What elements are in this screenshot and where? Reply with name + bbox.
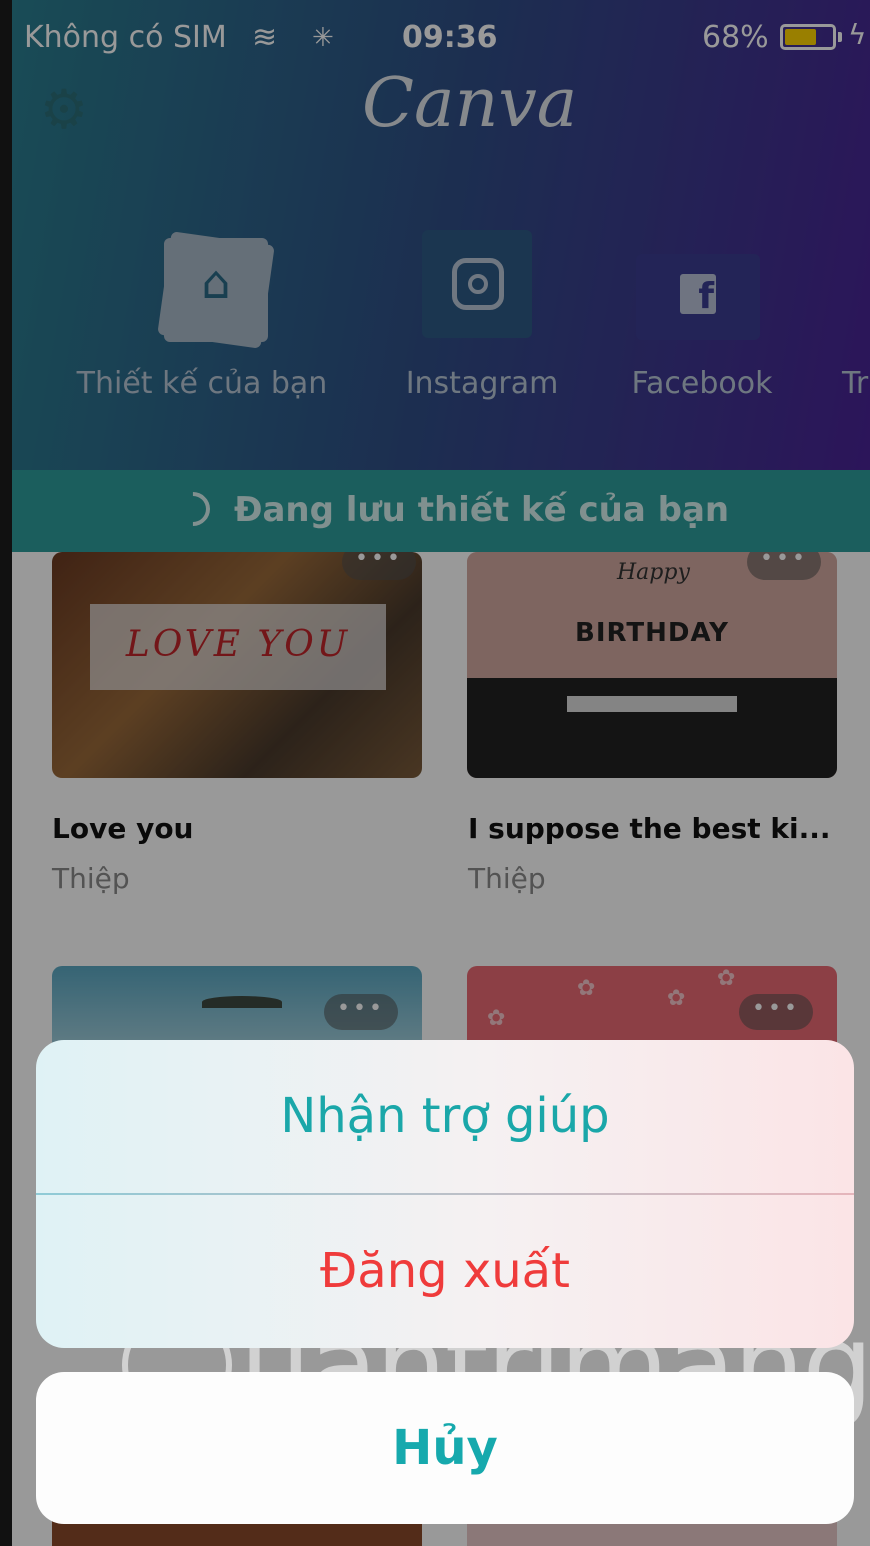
action-sheet: Nhận trợ giúp Đăng xuất — [36, 1040, 854, 1348]
app-screen: Không có SIM ≋ ✳ 09:36 68% ϟ ⚙ Canva ⌂ T… — [12, 0, 870, 1546]
get-help-button[interactable]: Nhận trợ giúp — [36, 1040, 854, 1193]
device-edge — [0, 0, 12, 1546]
logout-button[interactable]: Đăng xuất — [36, 1195, 854, 1348]
cancel-button[interactable]: Hủy — [36, 1372, 854, 1524]
